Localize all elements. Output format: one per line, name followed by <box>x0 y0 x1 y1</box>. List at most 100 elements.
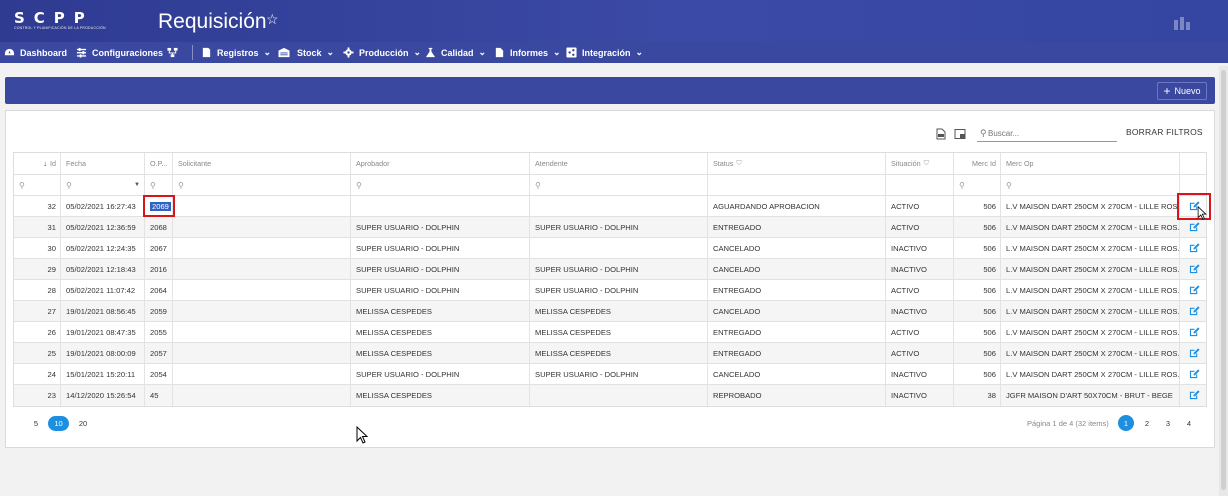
edit-icon[interactable] <box>1189 368 1200 379</box>
filter-id[interactable]: ⚲ <box>14 175 60 195</box>
search-input[interactable] <box>988 126 1113 141</box>
filter-op[interactable]: ⚲ <box>144 175 172 195</box>
page-size-option[interactable]: 20 <box>75 416 91 431</box>
page-scrollbar[interactable] <box>1219 66 1228 496</box>
cell-merc-op: JGFR MAISON D'ART 50X70CM - BRUT - BEGE <box>1000 385 1179 406</box>
cell-op: 2055 <box>144 322 172 342</box>
col-header-situacion[interactable]: Situación ⛉ <box>885 153 953 174</box>
cell-status: REPROBADO <box>707 385 885 406</box>
nav-integracion[interactable]: Integración ⌄ <box>566 42 643 63</box>
table-row[interactable]: 29 05/02/2021 12:18:43 2016 SUPER USUARIO -… <box>14 259 1206 280</box>
cell-op: 2069 <box>144 196 172 216</box>
nav-stock[interactable]: Stock ⌄ <box>276 42 334 63</box>
edit-icon[interactable] <box>1189 389 1200 400</box>
table-row[interactable]: 27 19/01/2021 08:56:45 2059 MELISSA CESPEDE… <box>14 301 1206 322</box>
nav-informes[interactable]: Informes ⌄ <box>494 42 561 63</box>
table-row[interactable]: 26 19/01/2021 08:47:35 2055 MELISSA CESPEDE… <box>14 322 1206 343</box>
nav-calidad[interactable]: Calidad ⌄ <box>425 42 486 63</box>
nav-registros-label: Registros <box>217 47 259 58</box>
filter-solicitante[interactable]: ⚲ <box>172 175 350 195</box>
app-logo[interactable]: SCPP CONTROL Y PLANIFICACIÓN DE LA PRODU… <box>14 11 106 31</box>
scrollbar-thumb[interactable] <box>1221 70 1226 490</box>
export-excel-icon[interactable] <box>954 128 966 140</box>
cell-op: 2068 <box>144 217 172 237</box>
page-size-option[interactable]: 5 <box>30 416 42 431</box>
col-header-merc-op[interactable]: Merc Op <box>1000 153 1179 174</box>
cell-atendente <box>529 238 707 258</box>
edit-icon[interactable] <box>1189 242 1200 253</box>
nav-configuraciones[interactable]: Configuraciones <box>76 42 163 63</box>
edit-icon[interactable] <box>1189 326 1200 337</box>
col-header-op[interactable]: O.P... <box>144 153 172 174</box>
cell-actions <box>1179 301 1208 321</box>
cell-merc-id: 506 <box>953 238 1000 258</box>
edit-icon[interactable] <box>1189 305 1200 316</box>
page-number-button[interactable]: 2 <box>1139 415 1155 431</box>
nav-sitemap[interactable] <box>167 42 178 63</box>
cell-merc-op: L.V MAISON DART 250CM X 270CM - LILLE RO… <box>1000 301 1179 321</box>
nav-registros[interactable]: Registros ⌄ <box>201 42 271 63</box>
export-pdf-icon[interactable] <box>935 128 947 140</box>
cell-op: 2064 <box>144 280 172 300</box>
caret-down-icon[interactable]: ▼ <box>134 182 140 188</box>
search-icon: ⚲ <box>1006 180 1012 190</box>
cell-status: CANCELADO <box>707 259 885 279</box>
col-header-status[interactable]: Status ⛉ <box>707 153 885 174</box>
filter-aprobador[interactable]: ⚲ <box>350 175 529 195</box>
cell-id: 32 <box>47 201 56 211</box>
table-row[interactable]: 28 05/02/2021 11:07:42 2064 SUPER USUARIO -… <box>14 280 1206 301</box>
cell-fecha: 19/01/2021 08:00:09 <box>60 343 144 363</box>
cell-op: 45 <box>144 385 172 406</box>
col-header-atendente[interactable]: Atendente <box>529 153 707 174</box>
col-header-id[interactable]: ↓ Id <box>14 153 60 174</box>
edit-icon[interactable] <box>1189 221 1200 232</box>
filter-fecha[interactable]: ⚲ ▼ <box>60 175 144 195</box>
clear-filters-button[interactable]: BORRAR FILTROS <box>1126 127 1203 137</box>
col-header-fecha[interactable]: Fecha <box>60 153 144 174</box>
cell-id: 23 <box>47 391 56 400</box>
cell-id: 27 <box>47 306 56 316</box>
cell-fecha: 14/12/2020 15:26:54 <box>60 385 144 406</box>
page-number-button[interactable]: 4 <box>1181 415 1197 431</box>
table-row[interactable]: 25 19/01/2021 08:00:09 2057 MELISSA CESPEDE… <box>14 343 1206 364</box>
sliders-icon <box>76 47 87 58</box>
cell-merc-id: 506 <box>953 217 1000 237</box>
chevron-down-icon: ⌄ <box>263 47 272 57</box>
main-nav: Dashboard Configuraciones Registros ⌄ Sto… <box>0 42 1228 63</box>
edit-icon[interactable] <box>1189 263 1200 274</box>
col-header-aprobador[interactable]: Aprobador <box>350 153 529 174</box>
grid-header-row: ↓ Id Fecha O.P... Solicitante Aprobador A… <box>14 153 1206 175</box>
page-number-button[interactable]: 1 <box>1118 415 1134 431</box>
filter-merc-id[interactable]: ⚲ <box>953 175 1000 195</box>
nav-stock-label: Stock <box>297 47 322 58</box>
cell-fecha: 15/01/2021 15:20:11 <box>60 364 144 384</box>
filter-icon[interactable]: ⛉ <box>736 160 741 168</box>
nav-dashboard[interactable]: Dashboard <box>4 42 67 63</box>
page-size-option[interactable]: 10 <box>48 416 69 431</box>
cell-situacion: ACTIVO <box>885 280 953 300</box>
cell-aprobador: MELISSA CESPEDES <box>350 301 529 321</box>
cell-merc-id: 506 <box>953 259 1000 279</box>
page-number-button[interactable]: 3 <box>1160 415 1176 431</box>
nav-produccion[interactable]: Producción ⌄ <box>343 42 421 63</box>
edit-icon[interactable] <box>1189 347 1200 358</box>
filter-icon[interactable]: ⛉ <box>924 160 929 168</box>
share-icon <box>566 47 577 58</box>
table-row[interactable]: 32 05/02/2021 16:27:43 2069 AGUARDANDO APRO… <box>14 196 1206 217</box>
edit-icon[interactable] <box>1189 284 1200 295</box>
col-header-merc-id[interactable]: Merc Id <box>953 153 1000 174</box>
table-row[interactable]: 23 14/12/2020 15:26:54 45 MELISSA CESPEDES R… <box>14 385 1206 406</box>
table-row[interactable]: 24 15/01/2021 15:20:11 2054 SUPER USUARIO -… <box>14 364 1206 385</box>
filter-atendente[interactable]: ⚲ <box>529 175 707 195</box>
cell-fecha: 19/01/2021 08:47:35 <box>60 322 144 342</box>
cell-atendente: SUPER USUARIO - DOLPHIN <box>529 280 707 300</box>
filter-merc-op[interactable]: ⚲ <box>1000 175 1179 195</box>
favorite-star-icon[interactable]: ☆ <box>266 11 279 28</box>
nav-produccion-label: Producción <box>359 47 409 58</box>
table-row[interactable]: 30 05/02/2021 12:24:35 2067 SUPER USUARIO -… <box>14 238 1206 259</box>
table-row[interactable]: 31 05/02/2021 12:36:59 2068 SUPER USUARIO -… <box>14 217 1206 238</box>
new-button[interactable]: + Nuevo <box>1157 82 1207 100</box>
col-header-solicitante[interactable]: Solicitante <box>172 153 350 174</box>
mouse-cursor-icon <box>356 426 368 444</box>
cell-merc-id: 506 <box>953 196 1000 216</box>
